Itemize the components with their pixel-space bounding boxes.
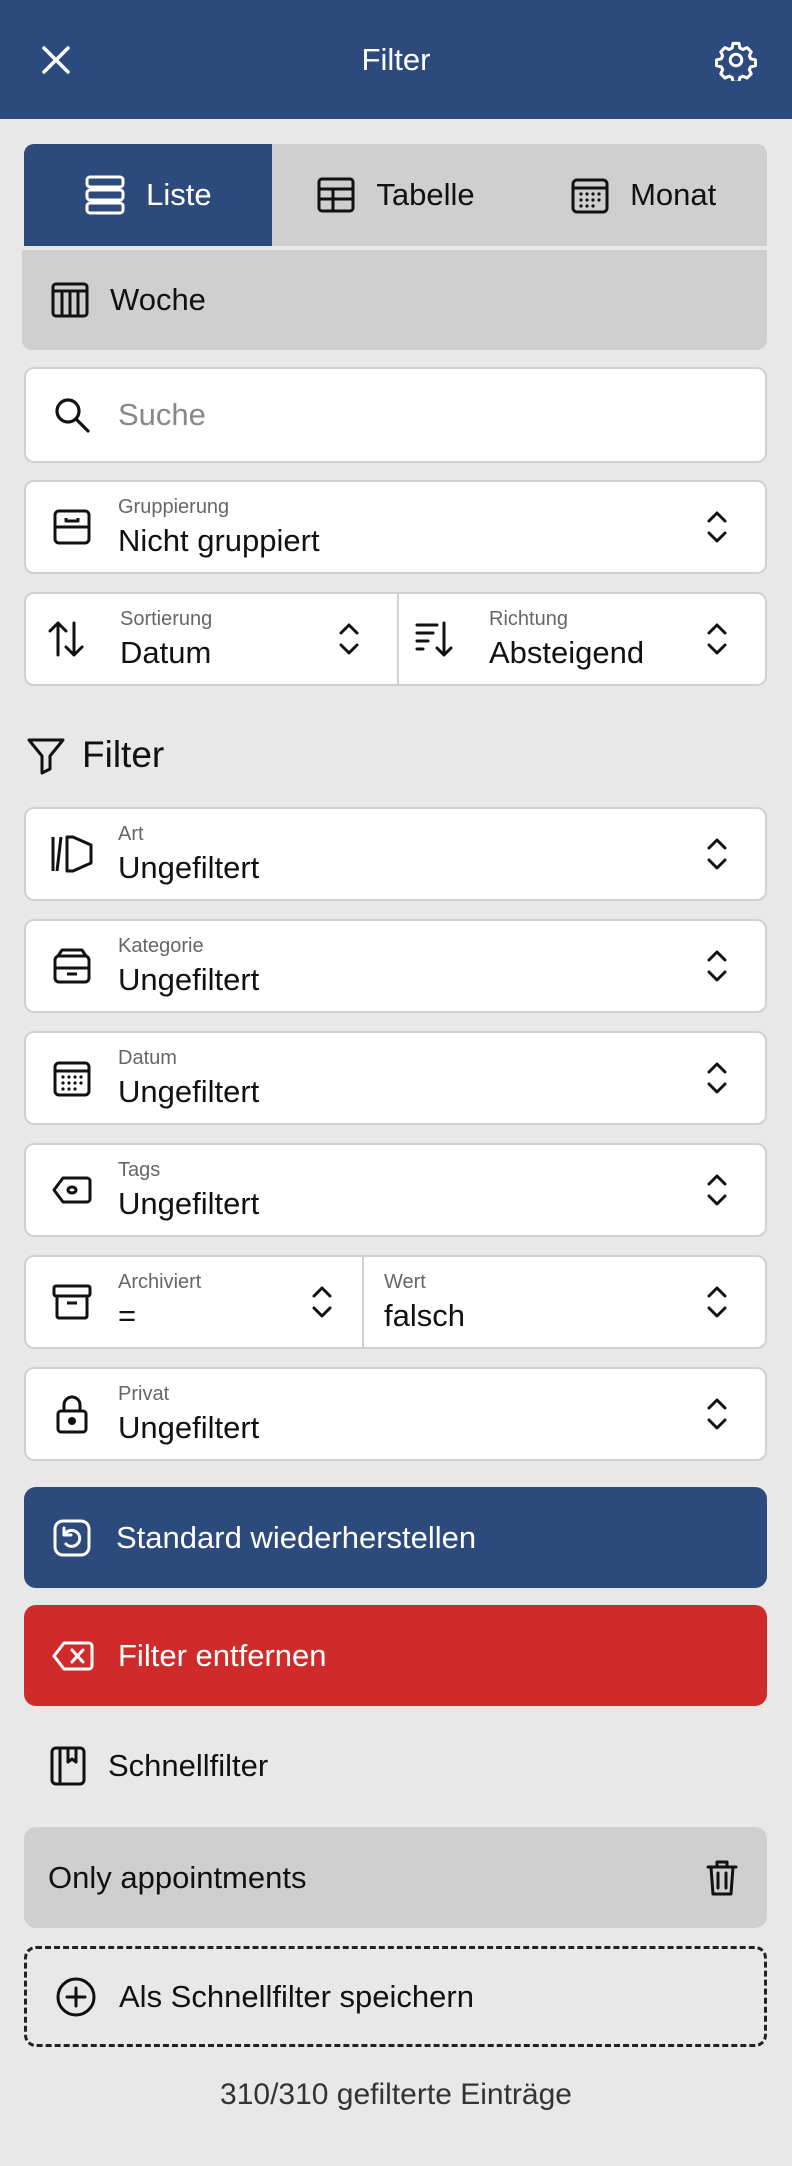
- calendar-icon: [571, 178, 609, 214]
- quick-filter-item-label: Only appointments: [48, 1859, 307, 1895]
- view-mode-list[interactable]: Liste: [24, 144, 272, 246]
- type-brackets-icon: [51, 835, 93, 873]
- filter-archived-value-label: Wert: [384, 1270, 426, 1293]
- filter-category-select[interactable]: Kategorie Ungefiltert: [24, 919, 767, 1013]
- filter-date-value: Ungefiltert: [118, 1073, 260, 1109]
- filter-tags-select[interactable]: Tags Ungefiltert: [24, 1143, 767, 1237]
- clear-x-icon: [52, 1641, 94, 1670]
- sort-arrows-icon: [48, 621, 84, 657]
- filter-category-label: Kategorie: [118, 934, 204, 957]
- tag-icon: [52, 1176, 92, 1204]
- plus-circle-icon: [56, 1977, 96, 2016]
- search-icon: [55, 398, 90, 433]
- filter-section-heading: Filter: [26, 734, 164, 776]
- settings-button[interactable]: [710, 34, 762, 86]
- save-quick-filter-label: Als Schnellfilter speichern: [119, 1978, 474, 2014]
- chevron-up-down-icon: [707, 950, 727, 982]
- direction-label: Richtung: [489, 607, 568, 630]
- remove-filter-label: Filter entfernen: [118, 1637, 327, 1673]
- remove-filter-button[interactable]: Filter entfernen: [24, 1605, 767, 1706]
- filter-archived-value: =: [118, 1297, 137, 1333]
- filter-archived-label: Archiviert: [118, 1270, 202, 1293]
- chevron-up-down-icon: [707, 511, 727, 543]
- drawer-icon: [53, 509, 91, 545]
- chevron-up-down-icon: [707, 1174, 727, 1206]
- sorting-value: Datum: [120, 634, 212, 670]
- filter-private-select[interactable]: Privat Ungefiltert: [24, 1367, 767, 1461]
- sorting-label: Sortierung: [120, 607, 213, 630]
- filter-section-title: Filter: [82, 734, 165, 775]
- week-columns-icon: [51, 282, 89, 318]
- top-bar: Filter: [0, 0, 792, 119]
- chevron-up-down-icon: [707, 623, 727, 655]
- search-input[interactable]: Suche: [118, 397, 206, 433]
- filter-archived-value-value: falsch: [384, 1297, 465, 1333]
- filter-date-select[interactable]: Datum Ungefiltert: [24, 1031, 767, 1125]
- filter-tags-label: Tags: [118, 1158, 161, 1181]
- chevron-up-down-icon: [707, 1398, 727, 1430]
- filter-type-value: Ungefiltert: [118, 849, 260, 885]
- category-tray-icon: [53, 948, 91, 984]
- filter-archived-value-select[interactable]: Wert falsch: [362, 1255, 767, 1349]
- table-icon: [317, 177, 355, 213]
- chevron-up-down-icon: [707, 1062, 727, 1094]
- chevron-up-down-icon: [339, 623, 359, 655]
- filter-private-label: Privat: [118, 1382, 170, 1405]
- view-mode-list-label: Liste: [146, 177, 212, 212]
- filter-category-value: Ungefiltert: [118, 961, 260, 997]
- archive-box-icon: [52, 1284, 92, 1320]
- direction-value: Absteigend: [489, 634, 645, 670]
- close-icon: [42, 46, 70, 74]
- filter-type-label: Art: [118, 822, 144, 845]
- filter-archived-operator-select[interactable]: Archiviert =: [24, 1255, 364, 1349]
- sorting-select[interactable]: Sortierung Datum: [24, 592, 399, 686]
- grouping-select[interactable]: Gruppierung Nicht gruppiert: [24, 480, 767, 574]
- quick-filters-title: Schnellfilter: [108, 1748, 269, 1783]
- view-mode-month[interactable]: Monat: [519, 144, 767, 246]
- trash-icon[interactable]: [705, 1858, 739, 1898]
- bookmark-book-icon: [50, 1746, 86, 1786]
- quick-filter-item[interactable]: Only appointments: [24, 1827, 767, 1928]
- restore-icon: [53, 1519, 91, 1556]
- restore-defaults-label: Standard wiederherstellen: [116, 1519, 477, 1555]
- view-mode-month-label: Monat: [630, 177, 717, 212]
- chevron-up-down-icon: [707, 838, 727, 870]
- view-mode-table-label: Tabelle: [376, 177, 475, 212]
- page-title: Filter: [361, 41, 431, 77]
- filter-private-value: Ungefiltert: [118, 1409, 260, 1445]
- funnel-icon: [27, 738, 65, 775]
- view-mode-selector: Liste Tabelle Monat: [24, 144, 767, 246]
- chevron-up-down-icon: [312, 1286, 332, 1318]
- filter-type-select[interactable]: Art Ungefiltert: [24, 807, 767, 901]
- lock-icon: [56, 1395, 88, 1434]
- restore-defaults-button[interactable]: Standard wiederherstellen: [24, 1487, 767, 1588]
- grouping-label: Gruppierung: [118, 495, 230, 518]
- filtered-count: 310/310 gefilterte Einträge: [220, 2078, 572, 2111]
- sort-descending-icon: [415, 621, 453, 657]
- filter-tags-value: Ungefiltert: [118, 1185, 260, 1221]
- quick-filters-heading: Schnellfilter: [48, 1745, 268, 1787]
- close-button[interactable]: [30, 34, 82, 86]
- search-field[interactable]: Suche: [24, 367, 767, 463]
- view-mode-table[interactable]: Tabelle: [272, 144, 520, 246]
- save-quick-filter-button[interactable]: Als Schnellfilter speichern: [24, 1946, 767, 2047]
- filter-date-label: Datum: [118, 1046, 177, 1069]
- view-mode-week[interactable]: Woche: [22, 250, 767, 350]
- direction-select[interactable]: Richtung Absteigend: [397, 592, 767, 686]
- gear-icon: [715, 41, 757, 81]
- view-mode-week-label: Woche: [110, 282, 206, 317]
- list-icon: [85, 175, 125, 215]
- grouping-value: Nicht gruppiert: [118, 522, 320, 558]
- calendar-icon: [53, 1061, 91, 1097]
- chevron-up-down-icon: [707, 1286, 727, 1318]
